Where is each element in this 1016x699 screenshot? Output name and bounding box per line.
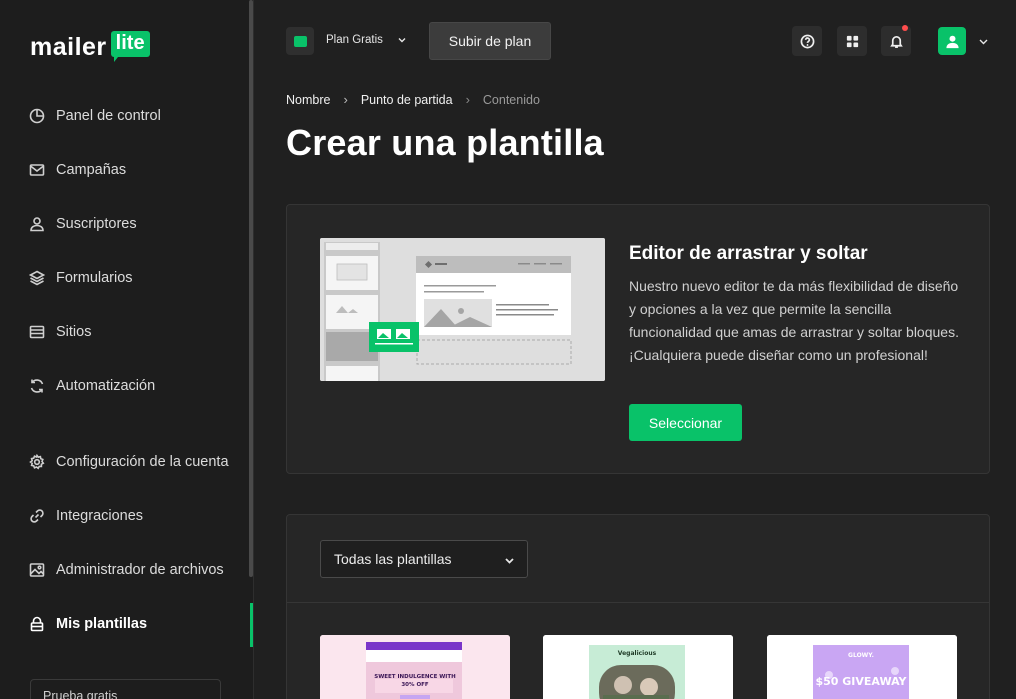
chevron-down-icon [505, 558, 514, 564]
template-thumbnail[interactable]: Vegalicious [543, 635, 733, 699]
chevron-right-icon: › [465, 92, 470, 107]
breadcrumb-item-current: Contenido [482, 92, 540, 107]
apps-button[interactable] [837, 26, 867, 56]
chevron-down-icon[interactable] [979, 37, 988, 46]
breadcrumb: Nombre › Punto de partida › Contenido [286, 92, 540, 107]
template-preview-image [767, 635, 957, 699]
sidebar-item-label: Formularios [56, 270, 133, 286]
trial-box[interactable]: Prueba gratis [30, 679, 221, 699]
sidebar-item-account-settings[interactable]: Configuración de la cuenta [29, 454, 229, 470]
templates-card: Todas las plantillas SWEET INDULGENCE WI… [286, 514, 990, 699]
sidebar-item-automation[interactable]: Automatización [29, 378, 155, 394]
template-subheadline: $50 GIVEAWAY [815, 675, 907, 688]
chevron-down-icon[interactable] [398, 36, 406, 44]
sidebar-scrollbar[interactable] [249, 0, 253, 577]
plan-name[interactable]: Plan Gratis [326, 34, 383, 46]
link-icon [30, 509, 44, 523]
template-preview-image [320, 635, 510, 699]
sidebar-item-label: Configuración de la cuenta [56, 454, 229, 470]
sidebar-item-campaigns[interactable]: Campañas [29, 162, 126, 178]
template-filter-value: Todas las plantillas [334, 551, 452, 567]
template-headline: SWEET INDULGENCE WITH 30% OFF [374, 674, 456, 688]
breadcrumb-item[interactable]: Nombre [286, 93, 330, 107]
sidebar-item-label: Panel de control [56, 108, 161, 124]
bell-icon [889, 35, 903, 48]
sidebar-item-dashboard[interactable]: Panel de control [29, 108, 161, 124]
sidebar: mailer lite Panel de control Campañas Su… [0, 0, 254, 699]
envelope-icon [29, 164, 45, 176]
drag-drop-editor-card: Editor de arrastrar y soltar Nuestro nue… [286, 204, 990, 474]
active-indicator [250, 603, 253, 647]
sidebar-item-label: Campañas [56, 162, 127, 178]
logo-badge: lite [110, 31, 150, 62]
sidebar-item-subscribers[interactable]: Suscriptores [29, 216, 137, 232]
logo-word: mailer [30, 33, 107, 61]
sidebar-item-label: Integraciones [56, 508, 144, 524]
upgrade-plan-button[interactable]: Subir de plan [429, 22, 551, 60]
notification-dot [902, 25, 908, 31]
select-editor-button[interactable]: Seleccionar [629, 404, 742, 441]
sidebar-item-forms[interactable]: Formularios [29, 270, 133, 286]
mailerlite-logo[interactable]: mailer lite [30, 31, 150, 62]
editor-card-title: Editor de arrastrar y soltar [629, 243, 868, 264]
breadcrumb-item[interactable]: Punto de partida [361, 93, 453, 107]
page-title: Crear una plantilla [286, 122, 604, 163]
notifications-button[interactable] [881, 25, 911, 56]
template-thumbnail[interactable]: SWEET INDULGENCE WITH 30% OFF [320, 635, 510, 699]
template-preview-image [543, 635, 733, 699]
sidebar-item-my-templates[interactable]: Mis plantillas [29, 616, 147, 632]
editor-preview-image [320, 238, 605, 381]
refresh-icon [30, 379, 44, 393]
sidebar-item-label: Mis plantillas [56, 616, 148, 632]
template-thumbnail[interactable]: GLOWY. $50 GIVEAWAY [767, 635, 957, 699]
template-headline: Vegalicious [617, 650, 657, 657]
editor-illustration [320, 238, 605, 381]
trial-label: Prueba gratis [43, 689, 118, 699]
help-icon [800, 34, 814, 48]
avatar[interactable] [938, 27, 966, 55]
plan-chat-icon[interactable] [286, 27, 314, 55]
browser-icon [29, 325, 45, 339]
template-headline: GLOWY. [848, 652, 874, 659]
user-icon [30, 217, 44, 232]
sidebar-item-label: Administrador de archivos [56, 562, 224, 578]
gear-icon [29, 454, 45, 470]
sidebar-item-sites[interactable]: Sitios [29, 324, 91, 340]
sidebar-item-label: Automatización [56, 378, 156, 394]
clock-chart-icon [29, 108, 45, 124]
layers-icon [29, 270, 45, 286]
sidebar-item-label: Suscriptores [56, 216, 137, 232]
lock-icon [30, 616, 44, 632]
editor-card-description: Nuestro nuevo editor te da más flexibili… [629, 278, 959, 363]
chevron-right-icon: › [343, 92, 348, 107]
sidebar-item-file-manager[interactable]: Administrador de archivos [29, 562, 224, 578]
divider [287, 602, 989, 603]
sidebar-item-label: Sitios [56, 324, 92, 340]
template-filter-select[interactable]: Todas las plantillas [320, 540, 528, 578]
user-avatar-icon [945, 35, 959, 48]
apps-grid-icon [846, 35, 858, 47]
image-icon [29, 563, 45, 577]
help-button[interactable] [792, 26, 822, 56]
sidebar-item-integrations[interactable]: Integraciones [29, 508, 143, 524]
